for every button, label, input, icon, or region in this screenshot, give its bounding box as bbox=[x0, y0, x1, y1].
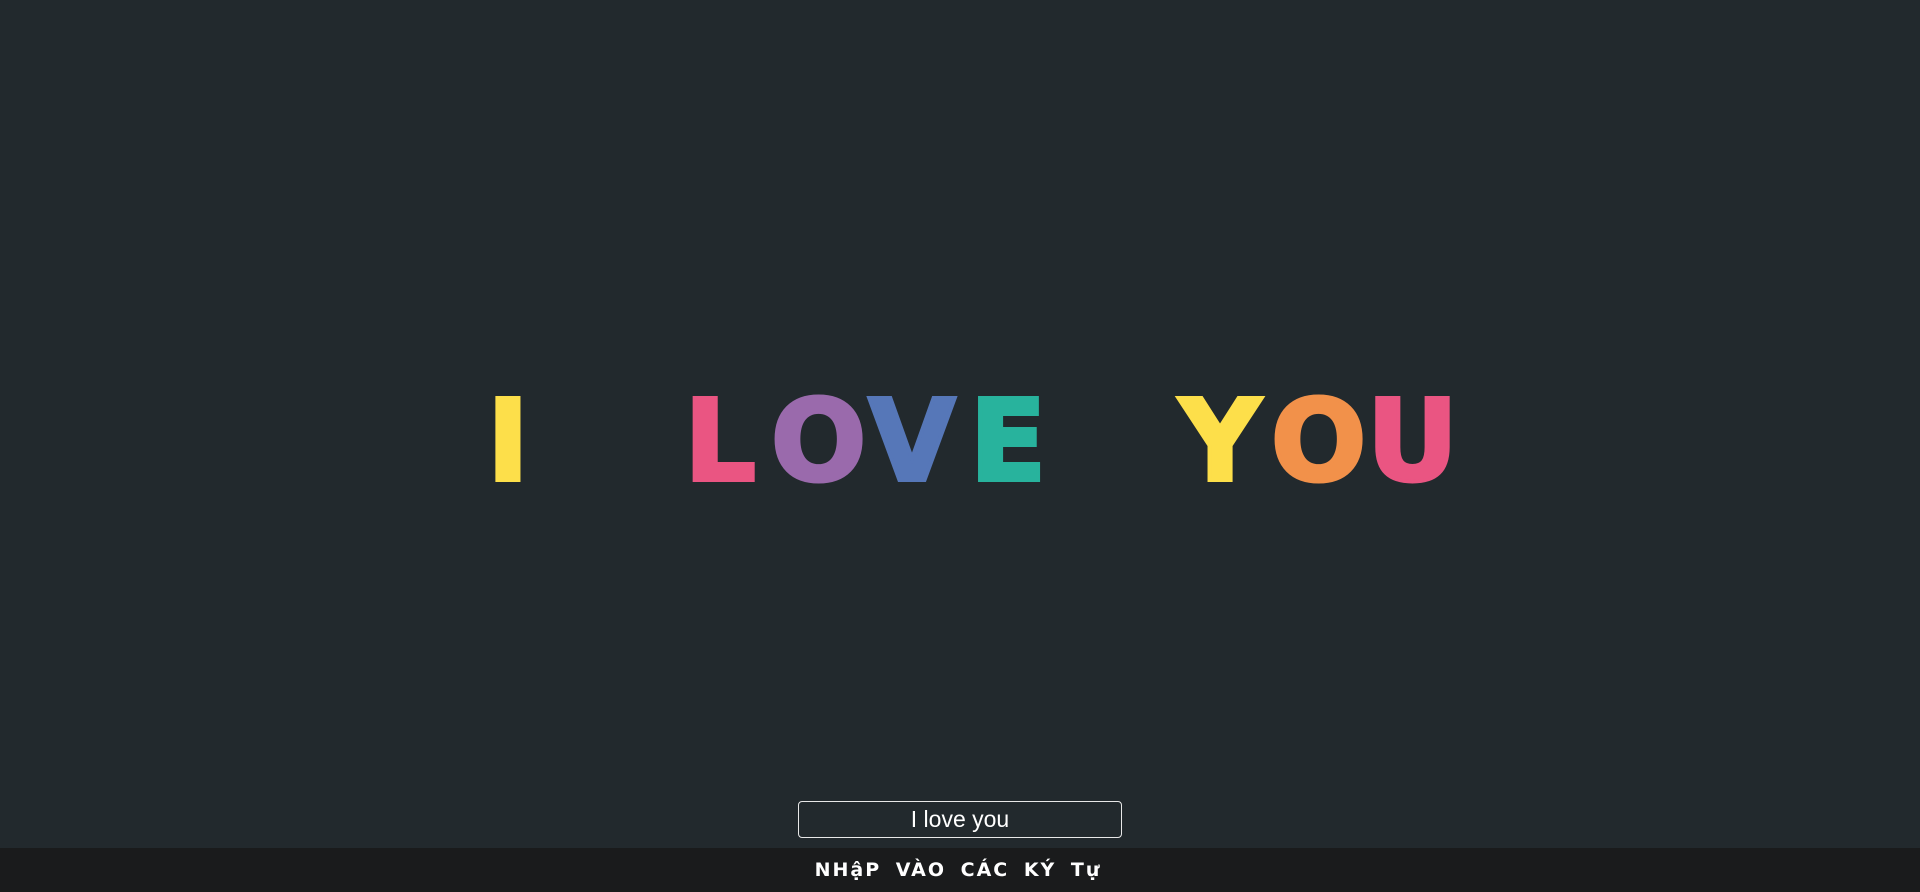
letter-space bbox=[1059, 396, 1169, 488]
letter-l: L bbox=[682, 377, 757, 507]
display-area: I LOVE YOU bbox=[0, 0, 1920, 848]
footer-bar: NHậP VÀO CÁC KÝ Tự bbox=[0, 848, 1920, 892]
letter-y: Y bbox=[1177, 377, 1262, 507]
footer-instruction-label: NHậP VÀO CÁC KÝ Tự bbox=[814, 859, 1102, 881]
text-input[interactable] bbox=[798, 801, 1122, 838]
letter-v: V bbox=[867, 377, 958, 507]
letter-o: O bbox=[769, 377, 868, 507]
input-container bbox=[798, 801, 1122, 838]
colored-letter-display: I LOVE YOU bbox=[0, 377, 1920, 507]
letter-u: U bbox=[1365, 377, 1460, 507]
letter-o: O bbox=[1269, 377, 1368, 507]
letter-e: E bbox=[968, 377, 1049, 507]
letter-i: I bbox=[485, 377, 531, 507]
letter-space bbox=[559, 396, 669, 488]
